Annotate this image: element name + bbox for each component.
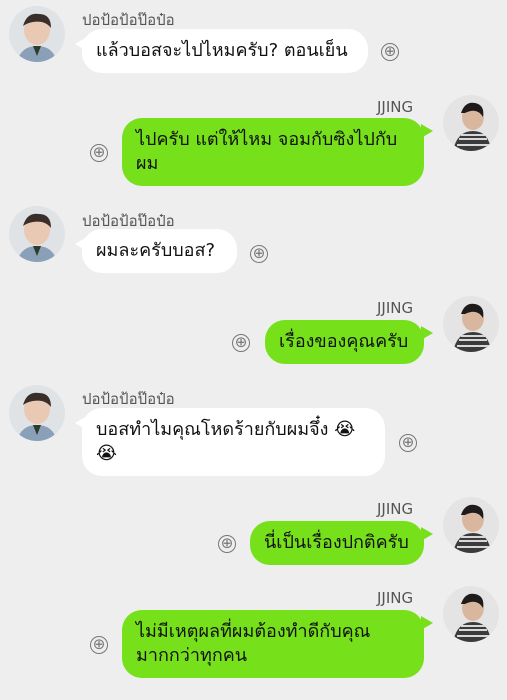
avatar-outgoing[interactable] — [443, 296, 499, 352]
message-bubble-outgoing[interactable]: ไปครับ แต่ให้ไหม จอมกับซิงไปกับผม — [122, 118, 433, 186]
add-reaction-icon[interactable]: ⊕ — [250, 245, 268, 263]
add-reaction-icon[interactable]: ⊕ — [232, 334, 250, 352]
message-bubble-outgoing[interactable]: ไม่มีเหตุผลที่ผมต้องทำดีกับคุณมากกว่าทุก… — [122, 610, 433, 678]
message-bubble-incoming[interactable]: แล้วบอสจะไปไหมครับ? ตอนเย็น — [75, 29, 368, 73]
sender-name: JJING — [377, 589, 414, 607]
avatar-outgoing[interactable] — [443, 95, 499, 151]
message-bubble-outgoing[interactable]: เรื่องของคุณครับ — [265, 320, 433, 364]
add-reaction-icon[interactable]: ⊕ — [399, 434, 417, 452]
message-bubble-outgoing[interactable]: นี่เป็นเรื่องปกติครับ — [250, 521, 433, 565]
avatar-incoming[interactable] — [9, 385, 65, 441]
avatar-incoming[interactable] — [9, 206, 65, 262]
message-bubble-incoming[interactable]: ผมละครับบอส? — [75, 229, 237, 273]
avatar-outgoing[interactable] — [443, 586, 499, 642]
add-reaction-icon[interactable]: ⊕ — [90, 144, 108, 162]
add-reaction-icon[interactable]: ⊕ — [381, 43, 399, 61]
sender-name: JJING — [377, 299, 414, 317]
add-reaction-icon[interactable]: ⊕ — [218, 535, 236, 553]
message-bubble-incoming[interactable]: บอสทำไมคุณโหดร้ายกับผมจึ๋ง 😭😭 — [75, 408, 385, 476]
avatar-outgoing[interactable] — [443, 497, 499, 553]
add-reaction-icon[interactable]: ⊕ — [90, 636, 108, 654]
sender-name: JJING — [377, 98, 414, 116]
sender-name: JJING — [377, 500, 414, 518]
avatar-incoming[interactable] — [9, 6, 65, 62]
